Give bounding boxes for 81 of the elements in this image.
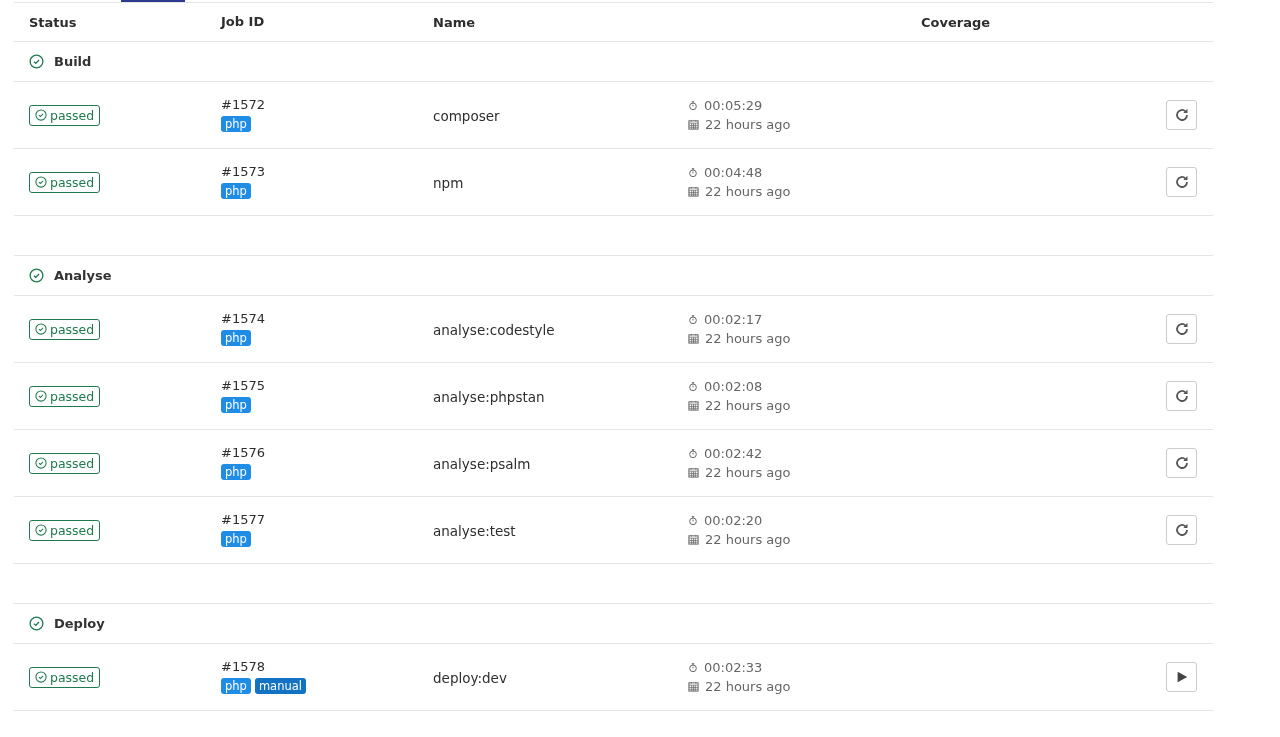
play-button[interactable] [1166, 662, 1197, 692]
job-duration: 00:02:08 [704, 378, 763, 396]
job-tag: php [221, 329, 251, 346]
job-finished-time: 22 hours ago [705, 183, 791, 201]
job-name-link[interactable]: deploy:dev [433, 669, 507, 686]
stopwatch-icon [688, 662, 698, 673]
column-header: Coverage [921, 14, 991, 30]
job-id-link[interactable]: #1574 [221, 310, 418, 326]
job-duration: 00:02:33 [704, 659, 763, 677]
job-name-link[interactable]: analyse:test [433, 522, 516, 539]
job-tag: manual [254, 677, 306, 694]
job-duration: 00:02:42 [704, 445, 763, 463]
stopwatch-icon [688, 381, 698, 392]
stage-name: Deploy [54, 616, 105, 631]
job-name-link[interactable]: composer [433, 107, 500, 124]
status-badge[interactable]: passed [29, 385, 101, 407]
job-tag: php [221, 396, 251, 413]
retry-icon [1173, 388, 1190, 404]
retry-button[interactable] [1166, 314, 1197, 344]
job-tag: php [221, 677, 251, 694]
check-circle-icon [29, 616, 44, 631]
stopwatch-icon [688, 448, 698, 459]
job-duration: 00:02:17 [704, 311, 763, 329]
job-finished-time: 22 hours ago [705, 464, 791, 482]
job-tag: php [221, 182, 251, 199]
job-name-link[interactable]: npm [433, 174, 464, 191]
retry-icon [1173, 321, 1190, 337]
job-tag: php [221, 115, 251, 132]
stopwatch-icon [688, 314, 698, 325]
job-id-link[interactable]: #1578 [221, 658, 418, 674]
job-duration: 00:05:29 [704, 97, 763, 115]
job-finished-time: 22 hours ago [705, 678, 791, 696]
status-badge[interactable]: passed [29, 519, 101, 541]
retry-icon [1173, 174, 1190, 190]
job-id-link[interactable]: #1577 [221, 511, 418, 527]
retry-button[interactable] [1166, 381, 1197, 411]
job-tag: php [221, 530, 251, 547]
retry-button[interactable] [1166, 448, 1197, 478]
stopwatch-icon [688, 100, 698, 111]
job-finished-time: 22 hours ago [705, 116, 791, 134]
status-badge[interactable]: passed [29, 452, 101, 474]
status-badge[interactable]: passed [29, 171, 101, 193]
job-finished-time: 22 hours ago [705, 531, 791, 549]
stage-name: Build [54, 54, 92, 69]
status-badge[interactable]: passed [29, 666, 101, 688]
calendar-icon [688, 119, 699, 130]
check-circle-icon [29, 54, 44, 69]
job-id-link[interactable]: #1576 [221, 444, 418, 460]
column-header: Job ID [221, 13, 266, 29]
job-name-link[interactable]: analyse:codestyle [433, 321, 555, 338]
check-circle-icon [29, 268, 44, 283]
calendar-icon [688, 467, 699, 478]
job-id-link[interactable]: #1572 [221, 96, 418, 112]
retry-icon [1173, 455, 1190, 471]
job-duration: 00:04:48 [704, 164, 763, 182]
column-header: Status [29, 14, 77, 30]
calendar-icon [688, 681, 699, 692]
job-duration: 00:02:20 [704, 512, 763, 530]
job-tag: php [221, 463, 251, 480]
retry-button[interactable] [1166, 515, 1197, 545]
active-tab-indicator [121, 0, 185, 2]
calendar-icon [688, 186, 699, 197]
job-finished-time: 22 hours ago [705, 330, 791, 348]
stage-name: Analyse [54, 268, 112, 283]
job-name-link[interactable]: analyse:psalm [433, 455, 531, 472]
calendar-icon [688, 333, 699, 344]
calendar-icon [688, 400, 699, 411]
job-finished-time: 22 hours ago [705, 397, 791, 415]
job-id-link[interactable]: #1573 [221, 163, 418, 179]
calendar-icon [688, 534, 699, 545]
retry-button[interactable] [1166, 167, 1197, 197]
status-badge[interactable]: passed [29, 318, 101, 340]
retry-button[interactable] [1166, 100, 1197, 130]
job-name-link[interactable]: analyse:phpstan [433, 388, 545, 405]
stopwatch-icon [688, 515, 698, 526]
retry-icon [1173, 107, 1190, 123]
column-header: Name [433, 14, 475, 30]
stopwatch-icon [688, 167, 698, 178]
retry-icon [1173, 522, 1190, 538]
job-id-link[interactable]: #1575 [221, 377, 418, 393]
status-badge[interactable]: passed [29, 104, 101, 126]
